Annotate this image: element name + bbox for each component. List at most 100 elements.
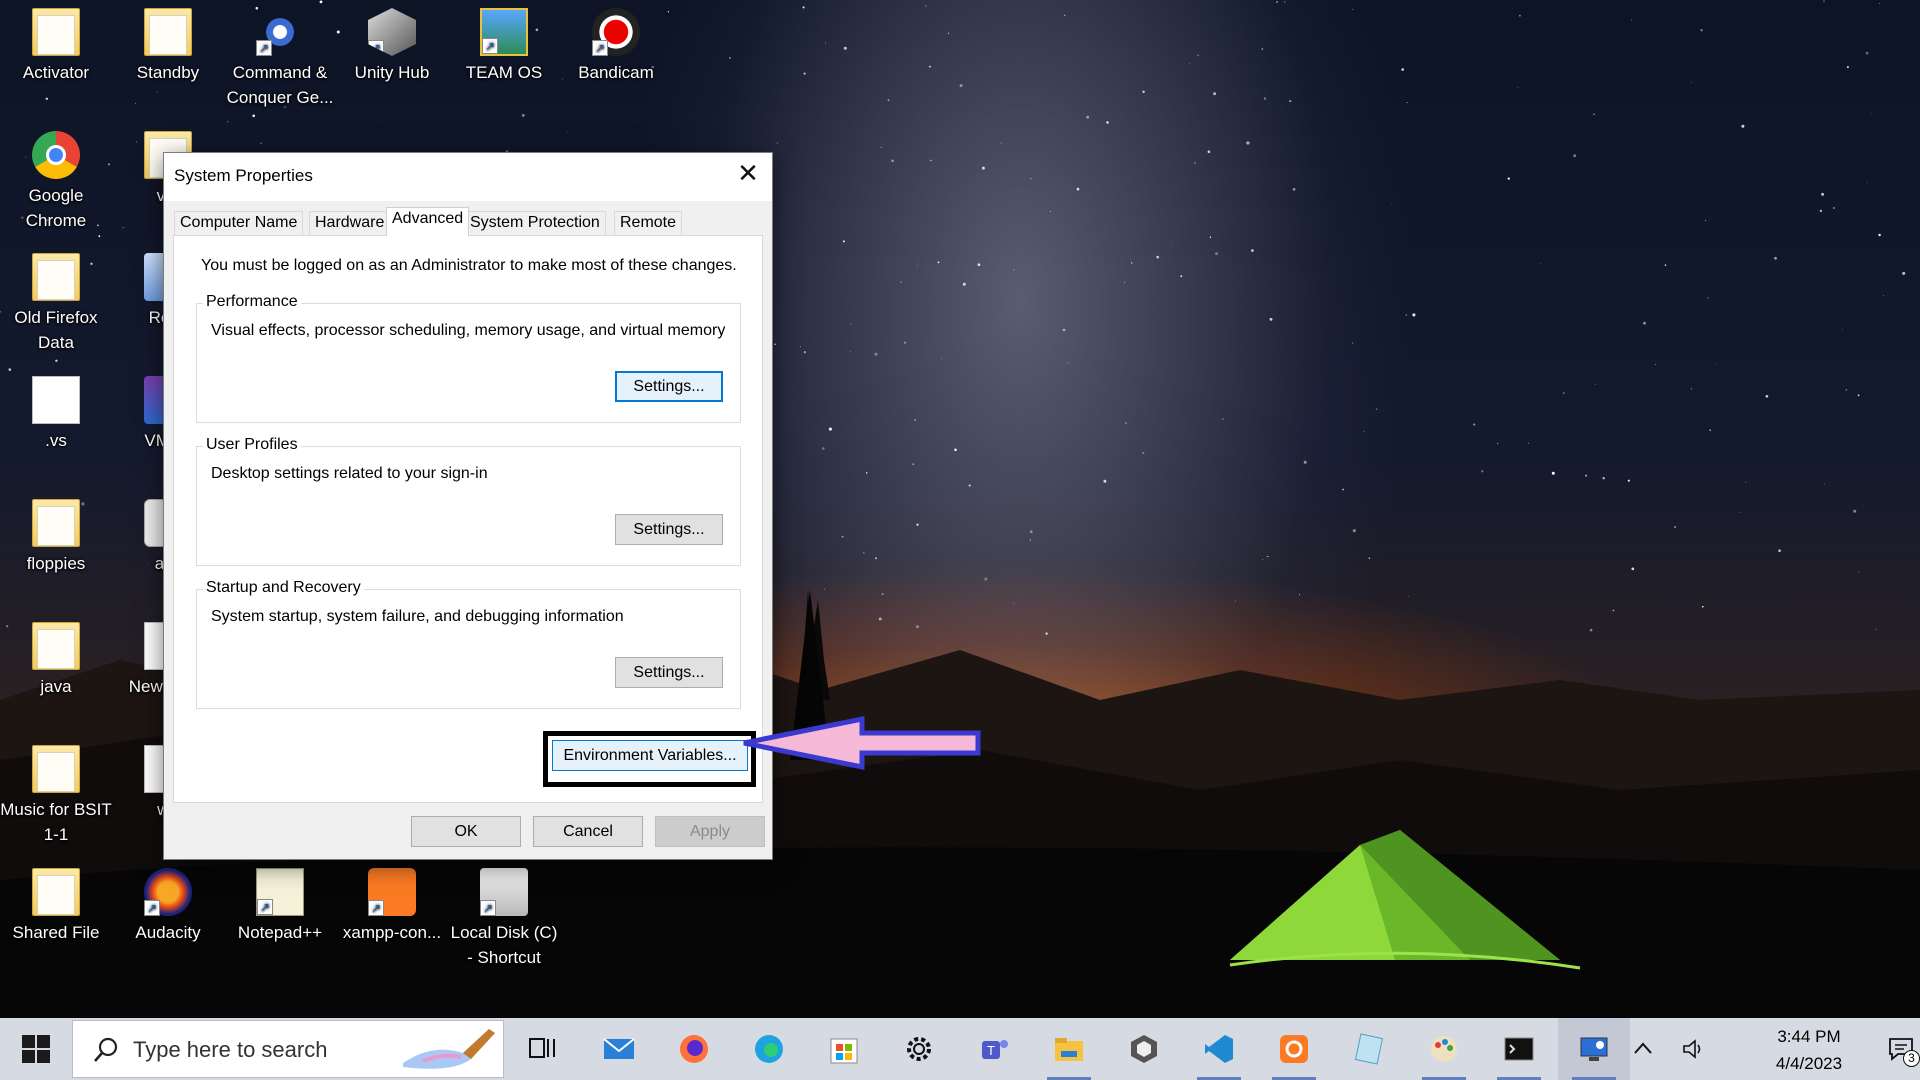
tab-remote[interactable]: Remote	[614, 211, 683, 235]
user-profiles-description: Desktop settings related to your sign-in	[211, 465, 488, 482]
desktop-icon-audacity[interactable]: ↗ Audacity	[112, 868, 224, 945]
startup-recovery-group-title: Startup and Recovery	[203, 579, 364, 597]
dialog-titlebar[interactable]: System Properties ✕	[164, 153, 772, 201]
desktop-icon-google-chrome[interactable]: Google Chrome	[0, 131, 112, 233]
folder-icon	[32, 8, 80, 56]
taskbar-file-explorer-button[interactable]	[1033, 1018, 1105, 1080]
desktop-icon-label: Local Disk (C) - Shortcut	[450, 923, 558, 967]
clock-time: 3:44 PM	[1777, 1027, 1841, 1046]
close-button[interactable]: ✕	[724, 153, 772, 197]
desktop-icon-standby[interactable]: Standby	[112, 8, 224, 85]
taskbar-edge-button[interactable]	[733, 1018, 805, 1080]
clock[interactable]: 3:44 PM 4/4/2023	[1732, 1018, 1884, 1080]
taskbar-xampp-button[interactable]	[1258, 1018, 1330, 1080]
desktop-icon-team-os[interactable]: ↗ TEAM OS	[448, 8, 560, 85]
folder-icon	[32, 253, 80, 301]
system-properties-icon	[1580, 1037, 1608, 1061]
ok-button[interactable]: OK	[411, 816, 521, 847]
clock-date: 4/4/2023	[1775, 1054, 1843, 1073]
disk-icon: ↗	[480, 868, 528, 916]
taskbar-notepad-button[interactable]	[1333, 1018, 1405, 1080]
desktop-icon-activator[interactable]: Activator	[0, 8, 112, 85]
firefox-icon	[680, 1035, 708, 1063]
folder-icon	[32, 745, 80, 793]
desktop-icon-unity-hub[interactable]: ↗ Unity Hub	[336, 8, 448, 85]
shortcut-arrow-icon: ↗	[480, 900, 496, 916]
taskbar-settings-button[interactable]	[883, 1018, 955, 1080]
folder-icon	[32, 499, 80, 547]
desktop-icon-bandicam[interactable]: ↗ Bandicam	[560, 8, 672, 85]
shortcut-arrow-icon: ↗	[368, 40, 384, 56]
cancel-button[interactable]: Cancel	[533, 816, 643, 847]
taskbar-paint-button[interactable]	[1408, 1018, 1480, 1080]
apply-button[interactable]: Apply	[655, 816, 765, 847]
task-view-icon	[529, 1038, 555, 1058]
desktop-icon-label: Google Chrome	[25, 186, 87, 230]
desktop-icon-music-for-bsit-1-1[interactable]: Music for BSIT 1-1	[0, 745, 112, 847]
edge-icon	[755, 1035, 783, 1063]
tab-hardware[interactable]: Hardware	[309, 211, 391, 235]
performance-description: Visual effects, processor scheduling, me…	[211, 322, 726, 339]
taskbar-terminal-button[interactable]	[1483, 1018, 1555, 1080]
taskbar-firefox-button[interactable]	[658, 1018, 730, 1080]
desktop-icon-shared-file[interactable]: Shared File	[0, 868, 112, 945]
mail-icon	[603, 1038, 635, 1059]
performance-settings-button[interactable]: Settings...	[615, 371, 723, 402]
desktop-icon-label: floppies	[26, 554, 86, 573]
tab-computer-name[interactable]: Computer Name	[174, 211, 304, 235]
taskbar-mail-button[interactable]	[583, 1018, 655, 1080]
chevron-up-icon[interactable]	[1634, 1042, 1652, 1054]
startup-recovery-settings-button[interactable]: Settings...	[615, 657, 723, 688]
shortcut-arrow-icon: ↗	[482, 38, 498, 54]
desktop-icon-notepad[interactable]: ↗ Notepad++	[224, 868, 336, 945]
taskbar-teams-button[interactable]: T	[958, 1018, 1030, 1080]
advanced-tab-panel: You must be logged on as an Administrato…	[173, 235, 763, 803]
tab-system-protection[interactable]: System Protection	[464, 211, 606, 235]
tab-advanced[interactable]: Advanced	[386, 207, 470, 236]
file-icon	[32, 376, 80, 424]
desktop-icon-xampp-con[interactable]: ↗ xampp-con...	[336, 868, 448, 945]
desktop-icon-label: Bandicam	[578, 63, 654, 82]
dialog-title: System Properties	[174, 166, 313, 185]
notification-center-button[interactable]: 3	[1884, 1018, 1920, 1080]
desktop-icon-label: Activator	[22, 63, 90, 82]
desktop-icon-command-conquer-ge[interactable]: ↗ Command & Conquer Ge...	[224, 8, 336, 110]
folder-icon	[32, 868, 80, 916]
system-tray: 3:44 PM 4/4/2023 3	[1620, 1018, 1920, 1080]
desktop-icon-label: Shared File	[12, 923, 100, 942]
store-icon	[830, 1038, 858, 1064]
desktop-icon-old-firefox-data[interactable]: Old Firefox Data	[0, 253, 112, 355]
chrome-icon	[32, 131, 80, 179]
taskbar-task-view-button[interactable]	[508, 1018, 580, 1080]
shortcut-arrow-icon: ↗	[368, 900, 384, 916]
speaker-volume-icon[interactable]	[1682, 1038, 1706, 1060]
user-profiles-group-title: User Profiles	[203, 436, 301, 454]
taskbar-search-box[interactable]: Type here to search	[72, 1020, 504, 1078]
game-icon: ↗	[256, 8, 304, 56]
desktop-icon-local-disk-c-shortcut[interactable]: ↗ Local Disk (C) - Shortcut	[448, 868, 560, 970]
paint-icon	[1431, 1036, 1457, 1062]
desktop-icon-label: Music for BSIT 1-1	[0, 800, 112, 844]
performance-group: Performance Visual effects, processor sc…	[196, 293, 741, 423]
desktop-icon-label: Audacity	[135, 923, 201, 942]
desktop-icon-label: Old Firefox Data	[14, 308, 98, 352]
taskbar-unity-button[interactable]	[1108, 1018, 1180, 1080]
startup-recovery-group: Startup and Recovery System startup, sys…	[196, 579, 741, 709]
desktop-icon-java[interactable]: java	[0, 622, 112, 699]
notepadpp-icon: ↗	[256, 868, 304, 916]
environment-variables-button[interactable]: Environment Variables...	[552, 740, 748, 771]
taskbar-vscode-button[interactable]	[1183, 1018, 1255, 1080]
desktop-icon-floppies[interactable]: floppies	[0, 499, 112, 576]
annotation-arrow	[743, 715, 981, 771]
desktop-icon-label: java	[40, 677, 72, 696]
search-icon	[94, 1037, 118, 1062]
folder-icon	[32, 622, 80, 670]
user-profiles-group: User Profiles Desktop settings related t…	[196, 436, 741, 566]
user-profiles-settings-button[interactable]: Settings...	[615, 514, 723, 545]
desktop-icon-vs[interactable]: .vs	[0, 376, 112, 453]
taskbar-store-button[interactable]	[808, 1018, 880, 1080]
start-button[interactable]	[0, 1018, 72, 1080]
desktop-icon-label: Notepad++	[237, 923, 323, 942]
desktop-icon-label: Unity Hub	[354, 63, 430, 82]
teamos-icon: ↗	[480, 8, 528, 56]
